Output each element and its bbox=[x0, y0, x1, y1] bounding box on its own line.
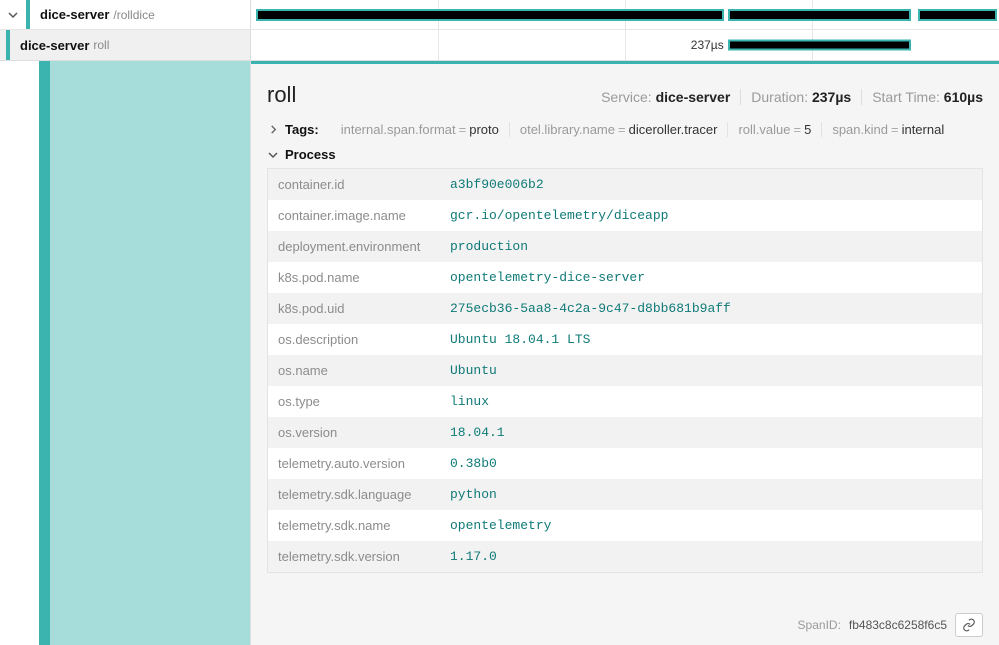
spanid-value: fb483c8c6258f6c5 bbox=[849, 618, 947, 632]
process-row: os.descriptionUbuntu 18.04.1 LTS bbox=[268, 324, 982, 355]
span-bar-segment[interactable] bbox=[258, 11, 722, 19]
process-value: linux bbox=[450, 394, 972, 409]
process-key: container.id bbox=[278, 177, 450, 192]
copy-link-button[interactable] bbox=[955, 613, 983, 637]
span-bar[interactable] bbox=[730, 42, 910, 49]
span-bar-segment[interactable] bbox=[920, 11, 995, 19]
service-name: dice-server bbox=[40, 7, 109, 22]
process-key: telemetry.auto.version bbox=[278, 456, 450, 471]
process-value: Ubuntu 18.04.1 LTS bbox=[450, 332, 972, 347]
process-key: telemetry.sdk.version bbox=[278, 549, 450, 564]
chevron-down-icon bbox=[267, 149, 279, 161]
tag-item: otel.library.name=diceroller.tracer bbox=[510, 122, 729, 137]
chevron-down-icon[interactable] bbox=[6, 8, 20, 22]
tag-item: span.kind=internal bbox=[822, 122, 954, 137]
process-row: container.ida3bf90e006b2 bbox=[268, 169, 982, 200]
process-key: container.image.name bbox=[278, 208, 450, 223]
process-title: Process bbox=[285, 147, 336, 162]
process-row: deployment.environmentproduction bbox=[268, 231, 982, 262]
trace-rows: dice-server /rolldice dice-server roll 2… bbox=[0, 0, 999, 61]
span-color-bar bbox=[6, 30, 10, 60]
process-key: os.name bbox=[278, 363, 450, 378]
process-row: telemetry.sdk.languagepython bbox=[268, 479, 982, 510]
trace-row-child[interactable]: dice-server roll 237µs bbox=[0, 30, 999, 60]
meta-start-value: 610µs bbox=[944, 89, 983, 105]
meta-duration-label: Duration: bbox=[751, 89, 808, 105]
operation-name: /rolldice bbox=[113, 8, 154, 22]
detail-header: roll Service: dice-server Duration: 237µ… bbox=[267, 82, 983, 108]
trace-row-child-label-area: dice-server roll bbox=[0, 30, 251, 60]
tags-title: Tags: bbox=[285, 122, 319, 137]
meta-duration-value: 237µs bbox=[812, 89, 851, 105]
trace-row-parent-label-area: dice-server /rolldice bbox=[0, 0, 251, 29]
process-value: python bbox=[450, 487, 972, 502]
process-key: deployment.environment bbox=[278, 239, 450, 254]
process-value: a3bf90e006b2 bbox=[450, 177, 972, 192]
process-row: os.nameUbuntu bbox=[268, 355, 982, 386]
detail-meta: Service: dice-server Duration: 237µs Sta… bbox=[591, 89, 983, 105]
tags-line: Tags: internal.span.format=protootel.lib… bbox=[267, 122, 983, 137]
meta-service-label: Service: bbox=[601, 89, 652, 105]
trace-row-parent[interactable]: dice-server /rolldice bbox=[0, 0, 999, 30]
process-value: opentelemetry-dice-server bbox=[450, 270, 972, 285]
process-header[interactable]: Process bbox=[267, 147, 983, 162]
process-value: production bbox=[450, 239, 972, 254]
span-detail-panel: roll Service: dice-server Duration: 237µ… bbox=[251, 61, 999, 645]
process-row: container.image.namegcr.io/opentelemetry… bbox=[268, 200, 982, 231]
process-value: gcr.io/opentelemetry/diceapp bbox=[450, 208, 972, 223]
process-key: os.version bbox=[278, 425, 450, 440]
tag-item: roll.value=5 bbox=[728, 122, 822, 137]
process-value: 0.38b0 bbox=[450, 456, 972, 471]
trace-row-child-timeline: 237µs bbox=[251, 30, 999, 60]
body-area: roll Service: dice-server Duration: 237µ… bbox=[0, 61, 999, 645]
process-value: 1.17.0 bbox=[450, 549, 972, 564]
process-key: os.type bbox=[278, 394, 450, 409]
process-row: k8s.pod.nameopentelemetry-dice-server bbox=[268, 262, 982, 293]
span-duration-label: 237µs bbox=[691, 38, 730, 52]
service-name: dice-server bbox=[20, 38, 89, 53]
process-key: k8s.pod.uid bbox=[278, 301, 450, 316]
process-row: os.version18.04.1 bbox=[268, 417, 982, 448]
process-row: k8s.pod.uid275ecb36-5aa8-4c2a-9c47-d8bb6… bbox=[268, 293, 982, 324]
process-row: telemetry.sdk.nameopentelemetry bbox=[268, 510, 982, 541]
span-color-bar bbox=[26, 0, 30, 29]
process-row: telemetry.auto.version0.38b0 bbox=[268, 448, 982, 479]
trace-gutter bbox=[0, 61, 251, 645]
process-key: telemetry.sdk.name bbox=[278, 518, 450, 533]
process-value: 275ecb36-5aa8-4c2a-9c47-d8bb681b9aff bbox=[450, 301, 972, 316]
process-key: telemetry.sdk.language bbox=[278, 487, 450, 502]
process-value: opentelemetry bbox=[450, 518, 972, 533]
chevron-right-icon[interactable] bbox=[267, 124, 279, 136]
process-key: os.description bbox=[278, 332, 450, 347]
operation-name: roll bbox=[93, 38, 109, 52]
process-value: Ubuntu bbox=[450, 363, 972, 378]
span-title: roll bbox=[267, 82, 296, 108]
tags-container: internal.span.format=protootel.library.n… bbox=[331, 122, 955, 137]
tag-item: internal.span.format=proto bbox=[331, 122, 510, 137]
detail-footer: SpanID: fb483c8c6258f6c5 bbox=[798, 613, 983, 637]
spanid-label: SpanID: bbox=[798, 618, 841, 632]
process-table: container.ida3bf90e006b2container.image.… bbox=[267, 168, 983, 573]
process-key: k8s.pod.name bbox=[278, 270, 450, 285]
span-bar-segment[interactable] bbox=[730, 11, 910, 19]
process-row: os.typelinux bbox=[268, 386, 982, 417]
process-value: 18.04.1 bbox=[450, 425, 972, 440]
trace-row-parent-timeline bbox=[251, 0, 999, 29]
meta-service-value: dice-server bbox=[656, 89, 731, 105]
process-row: telemetry.sdk.version1.17.0 bbox=[268, 541, 982, 572]
meta-start-label: Start Time: bbox=[872, 89, 940, 105]
